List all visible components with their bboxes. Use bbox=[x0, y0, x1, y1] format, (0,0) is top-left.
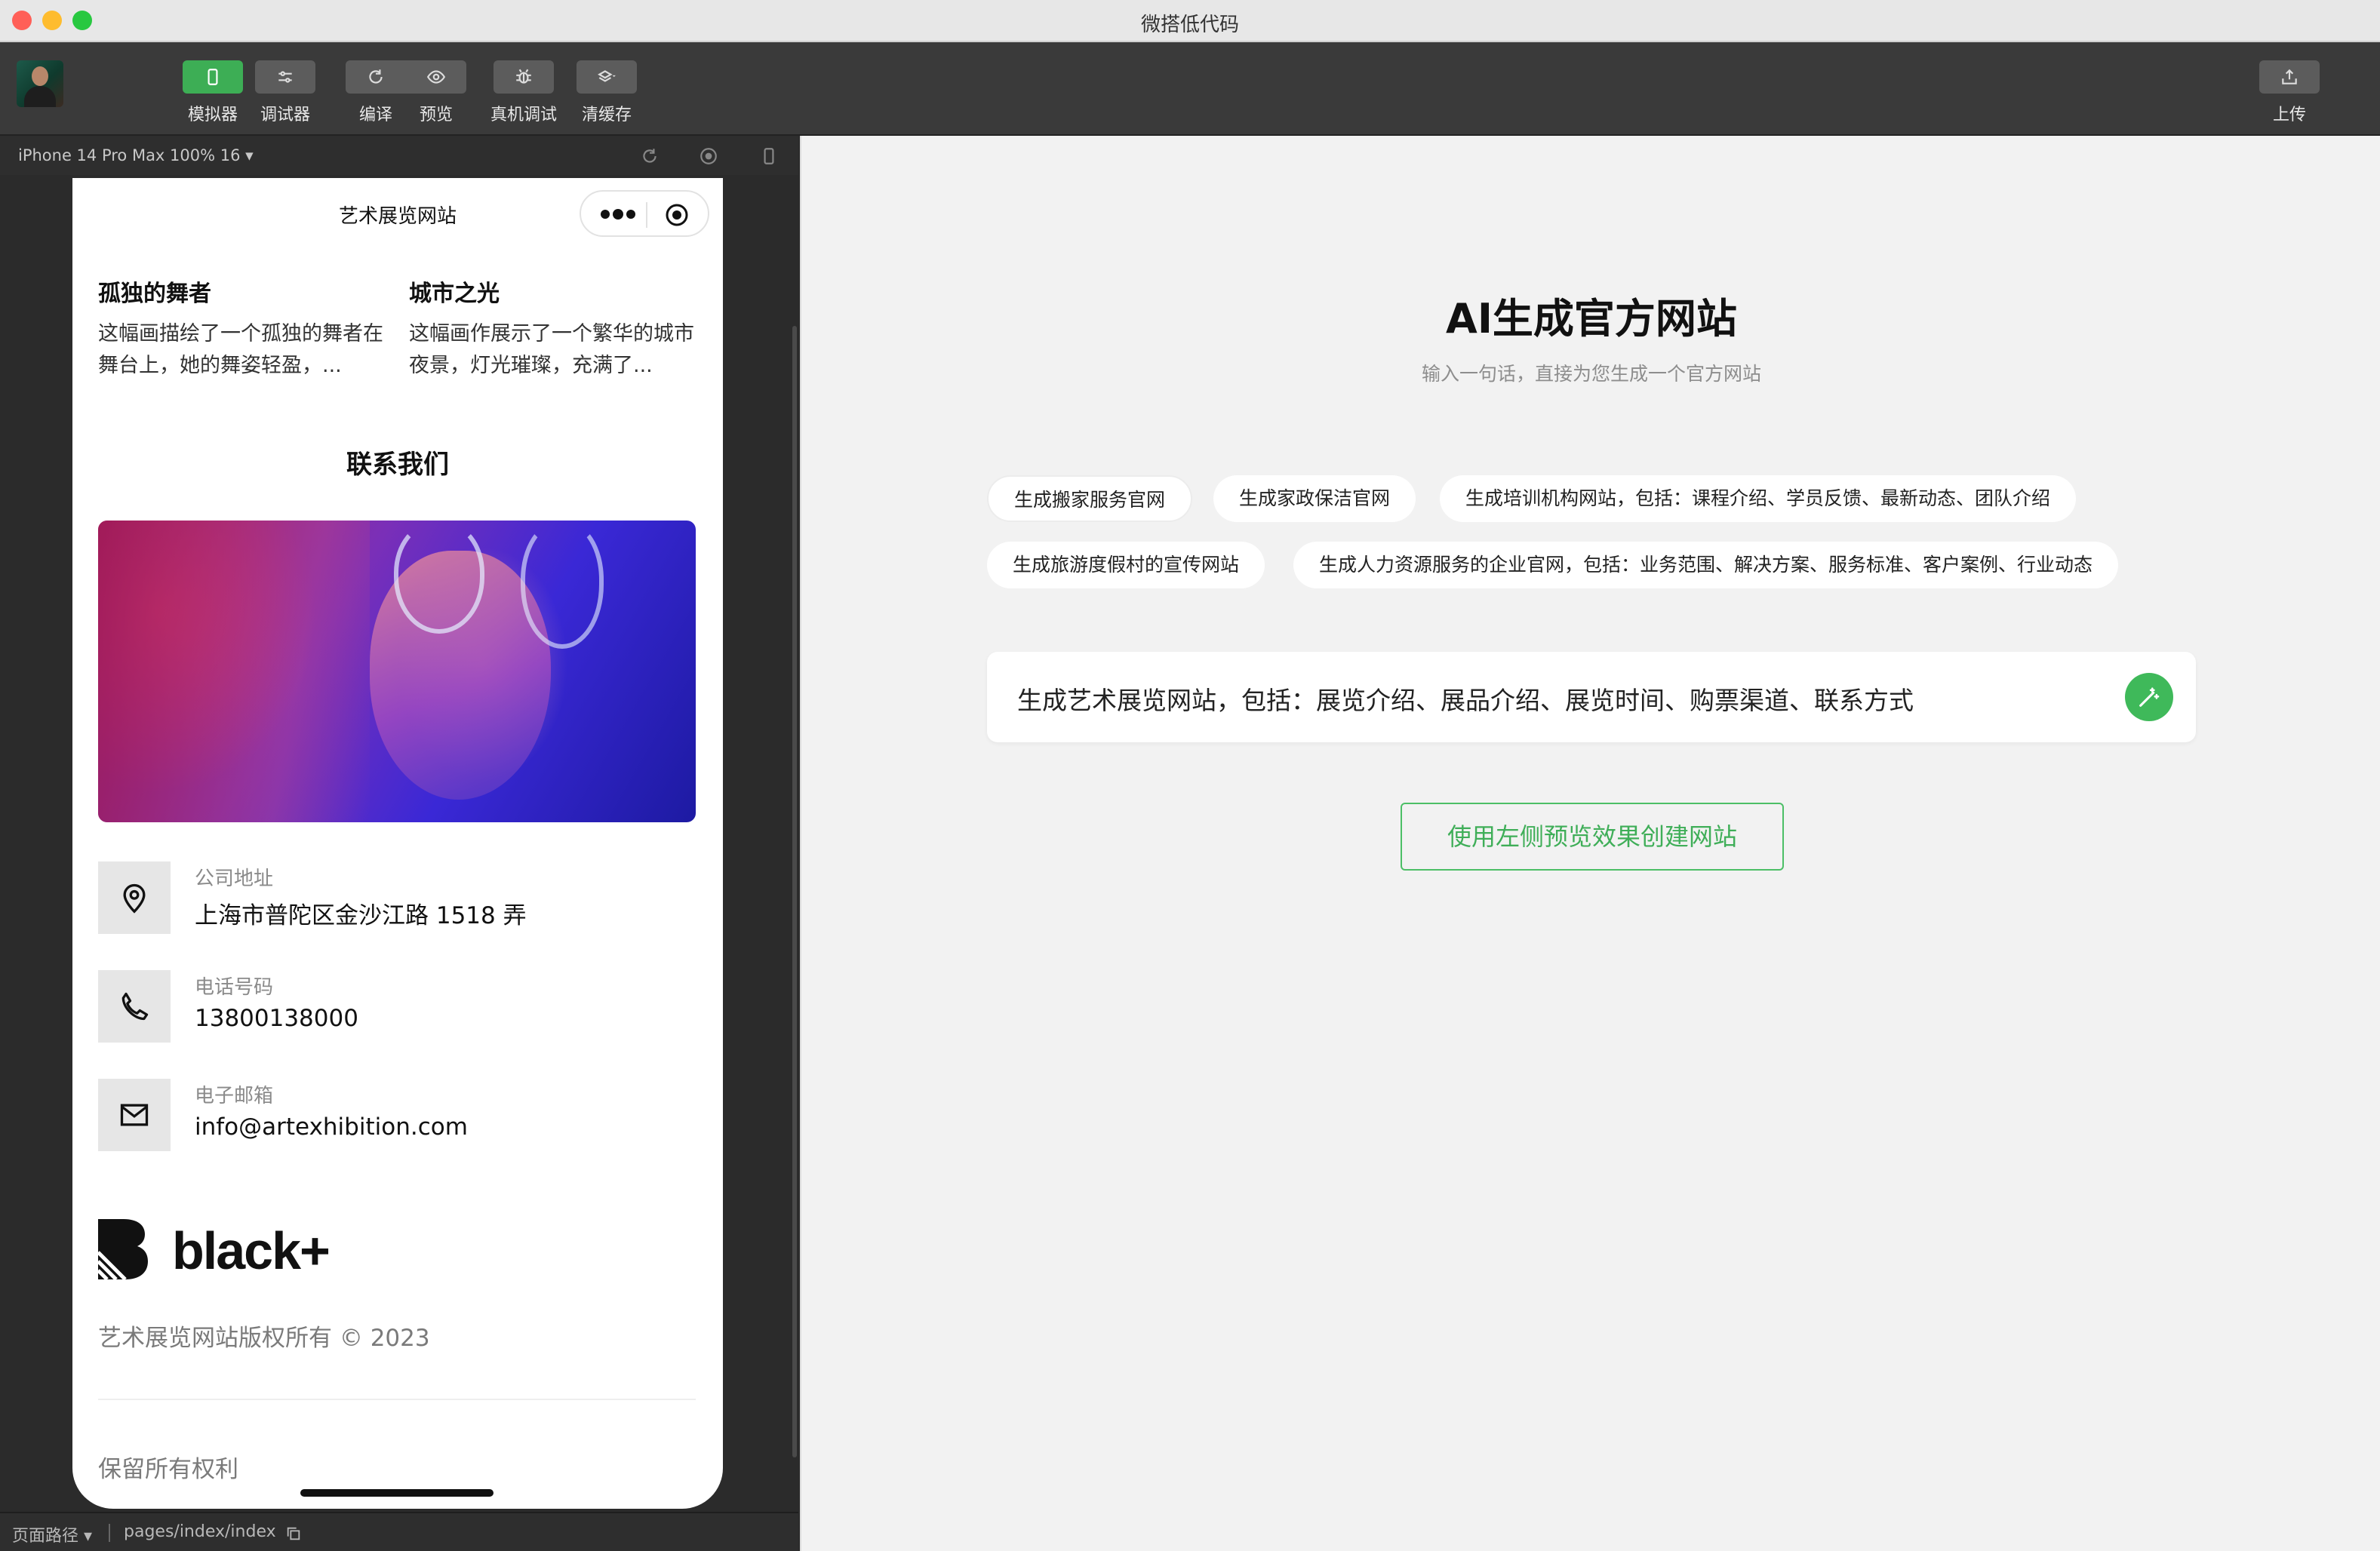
mini-program-navbar: 艺术展览网站 bbox=[72, 178, 723, 247]
compile-button[interactable]: 编译 bbox=[346, 60, 406, 125]
close-capsule-icon[interactable] bbox=[664, 202, 690, 228]
suggestion-chip[interactable]: 生成旅游度假村的宣传网站 bbox=[987, 542, 1265, 588]
phone-screen: 艺术展览网站 孤独的舞者 这幅画描绘了一个孤独的舞者在舞台上，她的舞姿轻盈，..… bbox=[72, 178, 723, 1509]
eye-icon bbox=[426, 70, 446, 84]
footer-divider bbox=[98, 1399, 696, 1400]
home-indicator bbox=[300, 1489, 494, 1497]
ai-generator-panel: AI生成官方网站 输入一句话，直接为您生成一个官方网站 生成搬家服务官网 生成家… bbox=[800, 136, 2380, 1551]
device-debug-button[interactable]: 真机调试 bbox=[490, 60, 557, 125]
debugger-button[interactable]: 调试器 bbox=[255, 60, 315, 125]
suggestion-chip[interactable]: 生成搬家服务官网 bbox=[987, 475, 1193, 522]
layers-icon bbox=[598, 70, 616, 82]
simulator-button[interactable]: 模拟器 bbox=[183, 60, 243, 125]
clear-cache-button[interactable]: 清缓存 bbox=[577, 60, 637, 125]
artwork-desc: 这幅画描绘了一个孤独的舞者在舞台上，她的舞姿轻盈，... bbox=[98, 322, 383, 377]
contact-value: info@artexhibition.com bbox=[195, 1113, 468, 1141]
location-pin-icon bbox=[123, 883, 146, 914]
generate-button[interactable] bbox=[2125, 673, 2173, 721]
prompt-text[interactable]: 生成艺术展览网站，包括：展览介绍、展品介绍、展览时间、购票渠道、联系方式 bbox=[1017, 680, 1914, 717]
simulator-label: 模拟器 bbox=[187, 106, 238, 124]
brand-logo: black+ bbox=[98, 1219, 400, 1280]
simulator-panel: 艺术展览网站 孤独的舞者 这幅画描绘了一个孤独的舞者在舞台上，她的舞姿轻盈，..… bbox=[0, 175, 798, 1512]
upload-label: 上传 bbox=[2272, 106, 2306, 124]
preview-label: 预览 bbox=[419, 106, 453, 124]
artwork-title: 城市之光 bbox=[409, 281, 500, 307]
page-path-dropdown[interactable]: 页面路径 ▾ bbox=[12, 1522, 92, 1546]
ai-title: AI生成官方网站 bbox=[1446, 295, 1737, 342]
create-website-button[interactable]: 使用左侧预览效果创建网站 bbox=[1401, 803, 1784, 871]
preview-button[interactable]: 预览 bbox=[406, 60, 466, 125]
brand-name: black+ bbox=[172, 1221, 331, 1280]
contact-address: 公司地址 上海市普陀区金沙江路 1518 弄 bbox=[98, 861, 696, 934]
ai-subtitle: 输入一句话，直接为您生成一个官方网站 bbox=[1421, 363, 1761, 385]
suggestion-chip[interactable]: 生成人力资源服务的企业官网，包括：业务范围、解决方案、服务标准、客户案例、行业动… bbox=[1293, 542, 2119, 588]
black-plus-logo-icon bbox=[98, 1219, 148, 1279]
upload-icon bbox=[2282, 69, 2297, 84]
contact-photo bbox=[98, 521, 696, 822]
mail-icon bbox=[120, 1104, 149, 1126]
device-selector[interactable]: iPhone 14 Pro Max 100% 16 ▾ bbox=[18, 146, 254, 164]
device-debug-label: 真机调试 bbox=[490, 106, 558, 124]
title-bar: 微搭低代码 bbox=[0, 0, 2380, 42]
debugger-label: 调试器 bbox=[260, 106, 310, 124]
simulator-scrollbar[interactable] bbox=[792, 326, 797, 1457]
contact-email: 电子邮箱 info@artexhibition.com bbox=[98, 1079, 696, 1151]
clear-cache-label: 清缓存 bbox=[581, 106, 632, 124]
sliders-icon bbox=[278, 71, 292, 83]
simulator-bar: iPhone 14 Pro Max 100% 16 ▾ bbox=[0, 136, 798, 175]
page-path: pages/index/index bbox=[124, 1522, 276, 1541]
rotate-icon[interactable] bbox=[640, 146, 660, 166]
record-icon[interactable] bbox=[699, 146, 718, 166]
status-bar: 页面路径 ▾ pages/index/index bbox=[0, 1512, 798, 1551]
artwork-desc: 这幅画作展示了一个繁华的城市夜景，灯光璀璨，充满了... bbox=[409, 322, 694, 377]
bug-icon bbox=[516, 69, 531, 84]
copy-icon[interactable] bbox=[285, 1525, 302, 1542]
capsule-menu[interactable] bbox=[580, 190, 709, 237]
contact-value: 上海市普陀区金沙江路 1518 弄 bbox=[195, 902, 527, 929]
magic-wand-icon bbox=[2139, 687, 2160, 707]
phone-icon bbox=[121, 992, 149, 1021]
device-frame-icon[interactable] bbox=[759, 146, 779, 166]
contact-label: 电话号码 bbox=[195, 976, 274, 999]
contact-section-title: 联系我们 bbox=[346, 450, 449, 480]
more-dots-icon[interactable] bbox=[598, 201, 638, 228]
suggestion-chip[interactable]: 生成家政保洁官网 bbox=[1213, 475, 1416, 522]
contact-phone: 电话号码 13800138000 bbox=[98, 970, 696, 1043]
toolbar: 模拟器 调试器 编译 预览 真机调试 清缓存 上传 bbox=[0, 42, 2380, 136]
compile-label: 编译 bbox=[358, 106, 392, 124]
phone-device-icon bbox=[208, 69, 218, 85]
artwork-card[interactable]: 城市之光 这幅画作展示了一个繁华的城市夜景，灯光璀璨，充满了... bbox=[409, 275, 696, 382]
prompt-input[interactable]: 生成艺术展览网站，包括：展览介绍、展品介绍、展览时间、购票渠道、联系方式 bbox=[987, 652, 2196, 742]
artwork-title: 孤独的舞者 bbox=[98, 281, 211, 307]
suggestion-chip[interactable]: 生成培训机构网站，包括：课程介绍、学员反馈、最新动态、团队介绍 bbox=[1440, 475, 2077, 522]
refresh-icon bbox=[369, 69, 383, 84]
window-title: 微搭低代码 bbox=[1140, 14, 1239, 36]
contact-label: 公司地址 bbox=[195, 868, 274, 890]
contact-value: 13800138000 bbox=[195, 1005, 358, 1032]
avatar[interactable] bbox=[17, 60, 63, 107]
artwork-card[interactable]: 孤独的舞者 这幅画描绘了一个孤独的舞者在舞台上，她的舞姿轻盈，... bbox=[98, 275, 385, 382]
copyright-text: 艺术展览网站版权所有 © 2023 bbox=[98, 1325, 430, 1352]
rights-text: 保留所有权利 bbox=[98, 1456, 238, 1483]
upload-button[interactable]: 上传 bbox=[2259, 60, 2320, 125]
contact-label: 电子邮箱 bbox=[195, 1085, 274, 1107]
